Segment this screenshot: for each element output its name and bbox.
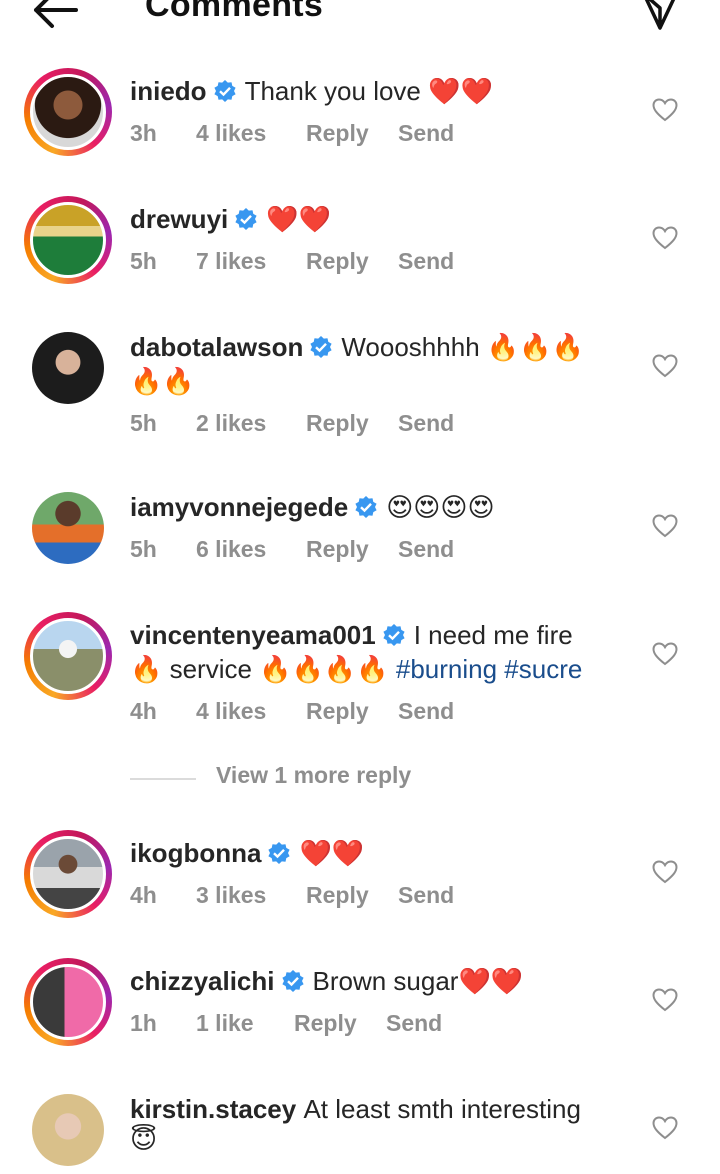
avatar-story-ring[interactable] (24, 196, 112, 284)
heart-icon[interactable] (652, 514, 678, 538)
reply-button[interactable]: Reply (294, 1010, 357, 1037)
view-more-replies[interactable]: View 1 more reply (130, 762, 550, 796)
hashtag-link[interactable]: #burning #sucre (396, 654, 582, 684)
comment-likes[interactable]: 1 like (196, 1010, 254, 1037)
send-button[interactable]: Send (386, 1010, 442, 1037)
avatar-ring[interactable] (24, 324, 112, 412)
comment-text: Thank you love ❤️❤️ (244, 76, 493, 106)
comment-time: 4h (130, 882, 157, 908)
heart-icon[interactable] (652, 98, 678, 122)
reply-button[interactable]: Reply (306, 120, 369, 147)
verified-badge-icon (383, 624, 405, 646)
comment-likes[interactable]: 2 likes (196, 410, 266, 437)
avatar (30, 836, 106, 912)
comment-username[interactable]: drewuyi (130, 204, 228, 234)
verified-badge-icon (310, 336, 332, 358)
comment-text: ❤️❤️ (266, 204, 331, 234)
avatar (32, 492, 104, 564)
comment-text: 😍😍😍😍 (386, 492, 495, 522)
comment-text: Woooshhhh 🔥🔥🔥 (341, 332, 584, 362)
heart-icon[interactable] (652, 642, 678, 666)
comment-username[interactable]: iamyvonnejegede (130, 492, 348, 522)
header: Comments (0, 0, 720, 40)
verified-badge-icon (235, 208, 257, 230)
avatar-story-ring[interactable] (24, 830, 112, 918)
comment-time: 5h (130, 536, 157, 562)
comment-text: I need me fire (413, 620, 573, 650)
heart-icon[interactable] (652, 226, 678, 250)
comment-likes[interactable]: 7 likes (196, 248, 266, 275)
reply-button[interactable]: Reply (306, 536, 369, 563)
reply-button[interactable]: Reply (306, 698, 369, 725)
arrow-left-icon[interactable] (30, 0, 80, 32)
send-button[interactable]: Send (398, 536, 454, 563)
comment-text-continued: 🔥 service 🔥🔥🔥🔥 (130, 654, 396, 684)
comment-text-continued: 😇 (130, 1124, 158, 1154)
reply-button[interactable]: Reply (306, 882, 369, 909)
comment-username[interactable]: vincentenyeama001 (130, 620, 376, 650)
send-button[interactable]: Send (398, 120, 454, 147)
avatar (32, 1094, 104, 1166)
page-title: Comments (145, 0, 324, 24)
send-button[interactable]: Send (398, 410, 454, 437)
comment-likes[interactable]: 3 likes (196, 882, 266, 909)
divider (130, 778, 196, 780)
avatar (30, 618, 106, 694)
send-button[interactable]: Send (398, 698, 454, 725)
avatar (32, 332, 104, 404)
send-button[interactable]: Send (398, 248, 454, 275)
avatar (30, 202, 106, 278)
verified-badge-icon (281, 970, 304, 992)
avatar-ring[interactable] (24, 484, 112, 572)
verified-badge-icon (355, 496, 377, 518)
comment-username[interactable]: kirstin.stacey (130, 1094, 296, 1124)
comment-time: 4h (130, 698, 157, 724)
heart-icon[interactable] (652, 1116, 678, 1140)
heart-icon[interactable] (652, 354, 678, 378)
comment-username[interactable]: iniedo (130, 76, 207, 106)
comment-username[interactable]: dabotalawson (130, 332, 303, 362)
comment-likes[interactable]: 4 likes (196, 120, 266, 147)
comment-username[interactable]: ikogbonna (130, 838, 261, 868)
comment-text: ❤️❤️ (299, 838, 365, 868)
comment-time: 5h (130, 248, 157, 274)
comment-text: Brown sugar❤️❤️ (312, 966, 524, 996)
reply-button[interactable]: Reply (306, 248, 369, 275)
avatar-story-ring[interactable] (24, 68, 112, 156)
heart-icon[interactable] (652, 860, 678, 884)
comment-text-continued: 🔥🔥 (130, 366, 195, 396)
comment-likes[interactable]: 4 likes (196, 698, 266, 725)
comment-username[interactable]: chizzyalichi (130, 966, 275, 996)
verified-badge-icon (213, 80, 236, 102)
comment-time: 1h (130, 1010, 157, 1036)
avatar (30, 964, 106, 1040)
comment-likes[interactable]: 6 likes (196, 536, 266, 563)
comment-time: 5h (130, 410, 157, 436)
comment-time: 3h (130, 120, 157, 146)
avatar-story-ring[interactable] (24, 958, 112, 1046)
avatar (30, 74, 106, 150)
verified-badge-icon (268, 842, 291, 864)
avatar-ring[interactable] (24, 1086, 112, 1174)
avatar-story-ring[interactable] (24, 612, 112, 700)
reply-button[interactable]: Reply (306, 410, 369, 437)
heart-icon[interactable] (652, 988, 678, 1012)
send-button[interactable]: Send (398, 882, 454, 909)
comment-text: At least smth interesting (303, 1094, 581, 1124)
paper-plane-icon[interactable] (640, 0, 680, 32)
view-more-replies-label: View 1 more reply (216, 762, 412, 788)
